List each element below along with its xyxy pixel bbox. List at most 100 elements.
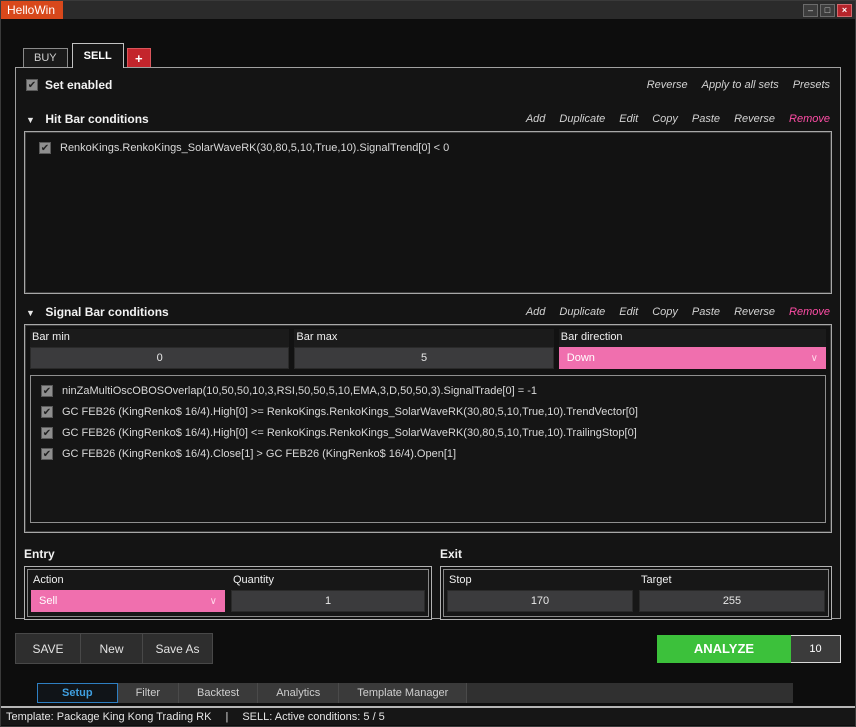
close-icon: × [842,5,847,15]
title-bar: HelloWin – □ × [1,1,855,19]
link-reverse-signal[interactable]: Reverse [734,306,775,318]
quantity-input[interactable]: 1 [231,590,425,612]
link-reverse-hit[interactable]: Reverse [734,113,775,125]
condition-text: ninZaMultiOscOBOSOverlap(10,50,50,10,3,R… [62,385,537,397]
action-button-row: SAVE New Save As ANALYZE 10 [15,633,841,664]
tab-buy[interactable]: BUY [23,48,68,67]
link-edit-hit[interactable]: Edit [619,113,638,125]
check-icon: ✔ [28,80,36,91]
bar-direction-value: Down [567,352,595,364]
chevron-down-icon: ∨ [811,353,818,364]
link-duplicate-signal[interactable]: Duplicate [559,306,605,318]
collapse-triangle-icon[interactable]: ▼ [26,115,35,125]
tab-filter[interactable]: Filter [118,683,179,703]
condition-text: RenkoKings.RenkoKings_SolarWaveRK(30,80,… [60,142,449,154]
condition-checkbox[interactable]: ✔ [41,427,53,439]
link-remove-signal[interactable]: Remove [789,306,830,318]
link-copy-signal[interactable]: Copy [652,306,678,318]
maximize-icon: □ [825,5,830,15]
analyze-button[interactable]: ANALYZE [657,635,791,663]
hit-conditions-title: Hit Bar conditions [45,112,148,126]
tab-setup[interactable]: Setup [37,683,118,703]
entry-section: Entry Action Quantity Sell ∨ 1 [24,547,432,620]
hit-conditions-links: Add Duplicate Edit Copy Paste Reverse Re… [526,113,830,125]
condition-text: GC FEB26 (KingRenko$ 16/4).High[0] <= Re… [62,427,637,439]
check-icon: ✔ [43,386,51,397]
condition-row[interactable]: ✔ GC FEB26 (KingRenko$ 16/4).Close[1] > … [41,448,821,460]
tab-template-manager[interactable]: Template Manager [339,683,467,703]
condition-checkbox[interactable]: ✔ [41,406,53,418]
entry-box: Action Quantity Sell ∨ 1 [24,566,432,620]
link-apply-all-sets[interactable]: Apply to all sets [702,79,779,91]
check-icon: ✔ [41,143,49,154]
condition-checkbox[interactable]: ✔ [39,142,51,154]
hit-conditions-list: ✔ RenkoKings.RenkoKings_SolarWaveRK(30,8… [24,131,832,294]
exit-title: Exit [440,547,832,563]
link-paste-hit[interactable]: Paste [692,113,720,125]
link-add-signal[interactable]: Add [526,306,546,318]
tab-sell[interactable]: SELL [72,43,124,68]
link-add-hit[interactable]: Add [526,113,546,125]
set-enabled-row: ✔ Set enabled Reverse Apply to all sets … [26,77,830,93]
set-enabled-group: ✔ Set enabled [26,78,112,92]
save-as-button[interactable]: Save As [143,633,213,664]
signal-conditions-title: Signal Bar conditions [45,305,168,319]
stop-input[interactable]: 170 [447,590,633,612]
maximize-button[interactable]: □ [820,4,835,17]
status-template: Template: Package King Kong Trading RK [6,711,211,723]
order-side-tabs: BUY SELL + [15,43,841,67]
target-input[interactable]: 255 [639,590,825,612]
condition-row[interactable]: ✔ RenkoKings.RenkoKings_SolarWaveRK(30,8… [39,142,823,154]
collapse-triangle-icon[interactable]: ▼ [26,308,35,318]
tab-analytics[interactable]: Analytics [258,683,339,703]
signal-conditions-box: Bar min Bar max Bar direction 0 5 Down ∨… [24,324,832,533]
link-remove-hit[interactable]: Remove [789,113,830,125]
entry-exit-row: Entry Action Quantity Sell ∨ 1 [24,547,832,620]
chevron-down-icon: ∨ [210,596,217,607]
bar-max-input[interactable]: 5 [294,347,553,369]
link-presets[interactable]: Presets [793,79,830,91]
status-active-conditions: SELL: Active conditions: 5 / 5 [242,711,384,723]
bar-direction-label: Bar direction [559,329,826,347]
condition-text: GC FEB26 (KingRenko$ 16/4).Close[1] > GC… [62,448,456,460]
bar-settings-labels: Bar min Bar max Bar direction [30,329,826,347]
entry-labels: Action Quantity [31,572,425,590]
set-enabled-label: Set enabled [45,78,112,92]
tab-backtest[interactable]: Backtest [179,683,258,703]
condition-checkbox[interactable]: ✔ [41,385,53,397]
bar-min-input[interactable]: 0 [30,347,289,369]
save-button[interactable]: SAVE [15,633,81,664]
new-button[interactable]: New [81,633,143,664]
action-select[interactable]: Sell ∨ [31,590,225,612]
link-duplicate-hit[interactable]: Duplicate [559,113,605,125]
bar-direction-select[interactable]: Down ∨ [559,347,826,369]
minimize-button[interactable]: – [803,4,818,17]
exit-section: Exit Stop Target 170 255 [440,547,832,620]
bar-settings-fields: 0 5 Down ∨ [30,347,826,369]
set-enabled-checkbox[interactable]: ✔ [26,79,38,91]
condition-row[interactable]: ✔ GC FEB26 (KingRenko$ 16/4).High[0] >= … [41,406,821,418]
link-reverse-set[interactable]: Reverse [647,79,688,91]
link-paste-signal[interactable]: Paste [692,306,720,318]
signal-conditions-header: ▼ Signal Bar conditions Add Duplicate Ed… [26,304,830,320]
check-icon: ✔ [43,449,51,460]
link-edit-signal[interactable]: Edit [619,306,638,318]
condition-checkbox[interactable]: ✔ [41,448,53,460]
entry-fields: Sell ∨ 1 [31,590,425,612]
exit-box: Stop Target 170 255 [440,566,832,620]
condition-row[interactable]: ✔ GC FEB26 (KingRenko$ 16/4).High[0] <= … [41,427,821,439]
link-copy-hit[interactable]: Copy [652,113,678,125]
add-tab-button[interactable]: + [127,48,151,67]
close-button[interactable]: × [837,4,852,17]
window-title: HelloWin [1,1,63,19]
hit-conditions-header: ▼ Hit Bar conditions Add Duplicate Edit … [26,111,830,127]
check-icon: ✔ [43,407,51,418]
window-controls: – □ × [803,4,855,17]
condition-row[interactable]: ✔ ninZaMultiOscOBOSOverlap(10,50,50,10,3… [41,385,821,397]
target-label: Target [639,572,825,590]
bottom-tab-bar: Setup Filter Backtest Analytics Template… [37,683,793,703]
signal-conditions-title-group: ▼ Signal Bar conditions [26,303,169,321]
analyze-count[interactable]: 10 [791,635,841,663]
exit-labels: Stop Target [447,572,825,590]
entry-title: Entry [24,547,432,563]
